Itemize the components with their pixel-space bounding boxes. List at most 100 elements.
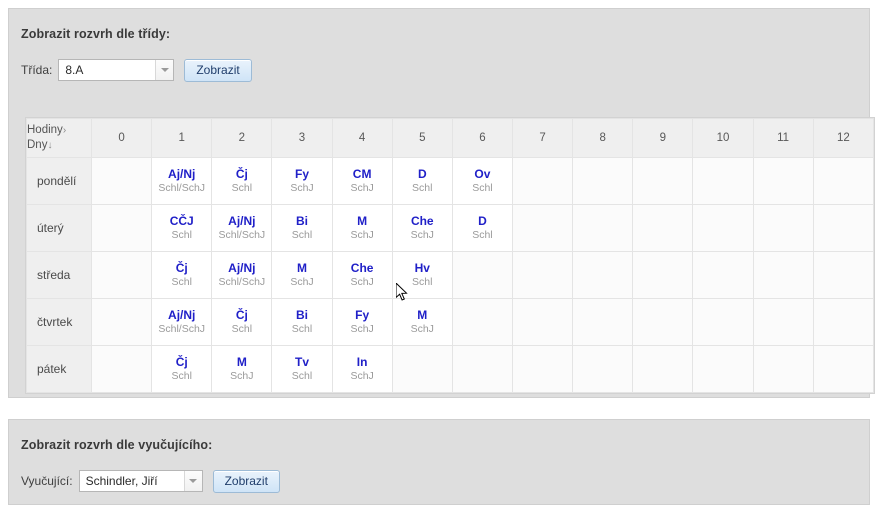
lesson-room: Schl/SchJ — [158, 323, 206, 335]
lesson-subject: Ov — [474, 167, 491, 181]
lesson-subject: Fy — [355, 308, 370, 322]
lesson-room: SchJ — [350, 276, 374, 288]
lesson-room: Schl/SchJ — [158, 182, 206, 194]
timetable-row: čtvrtek Aj/Nj Schl/SchJ Čj Schl Bi Schl Fy SchJ M… — [26, 298, 875, 346]
period-header: 12 — [812, 118, 875, 158]
lesson-subject: Čj — [235, 308, 248, 322]
lesson-subject: Aj/Nj — [228, 214, 256, 228]
lesson-cell[interactable]: Bi Schl — [271, 298, 333, 346]
lesson-cell[interactable]: Fy SchJ — [271, 157, 333, 205]
lesson-subject: CM — [352, 167, 372, 181]
lesson-cell[interactable]: Čj Schl — [151, 251, 213, 299]
lesson-room: SchJ — [290, 182, 314, 194]
period-header: 2 — [211, 118, 273, 158]
lesson-room: Schl/SchJ — [218, 276, 266, 288]
lesson-room: Schl — [291, 323, 313, 335]
class-show-button[interactable]: Zobrazit — [184, 58, 252, 82]
lesson-cell[interactable]: Aj/Nj Schl/SchJ — [151, 157, 213, 205]
lesson-subject: Bi — [295, 308, 308, 322]
lesson-cell[interactable]: M SchJ — [331, 204, 393, 252]
empty-cell — [632, 157, 694, 205]
empty-cell — [692, 345, 754, 393]
empty-cell — [572, 157, 634, 205]
corner-days-label: Dny — [27, 139, 48, 151]
day-label: pátek — [26, 345, 92, 393]
teacher-select[interactable]: Schindler, Jiří — [78, 470, 203, 492]
lesson-cell[interactable]: Aj/Nj Schl/SchJ — [151, 298, 213, 346]
class-select[interactable]: 8.A — [58, 59, 175, 81]
lesson-subject: Che — [410, 214, 434, 228]
chevron-down-icon[interactable] — [155, 60, 174, 80]
period-header: 1 — [151, 118, 213, 158]
lesson-cell[interactable]: Čj Schl — [211, 298, 273, 346]
lesson-subject: Aj/Nj — [168, 167, 196, 181]
lesson-cell[interactable]: In SchJ — [331, 345, 393, 393]
lesson-cell[interactable]: Ov Schl — [451, 157, 513, 205]
lesson-room: SchJ — [290, 276, 314, 288]
lesson-cell[interactable]: CČJ Schl — [151, 204, 213, 252]
lesson-subject: In — [356, 355, 368, 369]
empty-cell — [451, 345, 513, 393]
class-panel-title: Zobrazit rozvrh dle třídy: — [21, 27, 171, 41]
lesson-cell[interactable]: Fy SchJ — [331, 298, 393, 346]
lesson-room: Schl — [472, 182, 493, 194]
lesson-room: SchJ — [350, 370, 374, 382]
timetable-container: Hodiny› Dny↓ 0 1 2 3 4 5 6 7 8 9 10 11 12 pondělí Aj/… — [25, 117, 875, 394]
lesson-room: SchJ — [230, 370, 254, 382]
class-selector-row: Třída: 8.A Zobrazit — [21, 57, 869, 83]
teacher-show-button[interactable]: Zobrazit — [212, 469, 280, 493]
day-label: středa — [26, 251, 92, 299]
teacher-select-value: Schindler, Jiří — [79, 471, 184, 491]
period-header: 3 — [271, 118, 333, 158]
lesson-subject: M — [357, 214, 368, 228]
lesson-subject: D — [417, 167, 427, 181]
timetable: Hodiny› Dny↓ 0 1 2 3 4 5 6 7 8 9 10 11 12 pondělí Aj/… — [26, 118, 875, 393]
lesson-cell[interactable]: D Schl — [391, 157, 453, 205]
corner-days-arrow-icon: ↓ — [47, 140, 53, 151]
lesson-room: Schl — [412, 276, 433, 288]
lesson-subject: Che — [350, 261, 374, 275]
class-field-label: Třída: — [21, 63, 53, 77]
empty-cell — [692, 298, 754, 346]
lesson-cell[interactable]: Čj Schl — [211, 157, 273, 205]
empty-cell — [692, 204, 754, 252]
empty-cell — [752, 157, 814, 205]
lesson-room: Schl — [291, 370, 313, 382]
day-label: čtvrtek — [26, 298, 92, 346]
lesson-room: SchJ — [410, 323, 434, 335]
lesson-cell[interactable]: Aj/Nj Schl/SchJ — [211, 251, 273, 299]
timetable-row: úterý CČJ Schl Aj/Nj Schl/SchJ Bi Schl M SchJ Che… — [26, 204, 875, 252]
empty-cell — [572, 345, 634, 393]
lesson-cell[interactable]: Tv Schl — [271, 345, 333, 393]
lesson-room: SchJ — [350, 229, 374, 241]
lesson-cell[interactable]: M SchJ — [211, 345, 273, 393]
empty-cell — [90, 157, 153, 205]
empty-cell — [511, 157, 574, 205]
empty-cell — [812, 157, 875, 205]
lesson-subject: M — [236, 355, 247, 369]
lesson-cell[interactable]: CM SchJ — [331, 157, 393, 205]
corner-hours-label: Hodiny — [27, 124, 63, 136]
timetable-row: středa Čj Schl Aj/Nj Schl/SchJ M SchJ Che SchJ Hv… — [26, 251, 875, 299]
timetable-corner-header: Hodiny› Dny↓ — [26, 118, 92, 158]
lesson-cell[interactable]: Che SchJ — [391, 204, 453, 252]
lesson-room: SchJ — [350, 323, 374, 335]
timetable-head: Hodiny› Dny↓ 0 1 2 3 4 5 6 7 8 9 10 11 12 — [26, 118, 875, 158]
lesson-subject: Tv — [294, 355, 309, 369]
empty-cell — [632, 345, 694, 393]
lesson-cell[interactable]: M SchJ — [271, 251, 333, 299]
teacher-panel-title: Zobrazit rozvrh dle vyučujícího: — [21, 438, 213, 452]
lesson-cell[interactable]: Che SchJ — [331, 251, 393, 299]
period-header: 4 — [331, 118, 393, 158]
lesson-cell[interactable]: Hv Schl — [391, 251, 453, 299]
lesson-cell[interactable]: M SchJ — [391, 298, 453, 346]
empty-cell — [451, 251, 513, 299]
lesson-subject: M — [417, 308, 428, 322]
lesson-cell[interactable]: Čj Schl — [151, 345, 213, 393]
empty-cell — [632, 204, 694, 252]
lesson-cell[interactable]: Bi Schl — [271, 204, 333, 252]
lesson-cell[interactable]: D Schl — [451, 204, 513, 252]
lesson-cell[interactable]: Aj/Nj Schl/SchJ — [211, 204, 273, 252]
empty-cell — [752, 251, 814, 299]
chevron-down-icon[interactable] — [183, 471, 202, 491]
